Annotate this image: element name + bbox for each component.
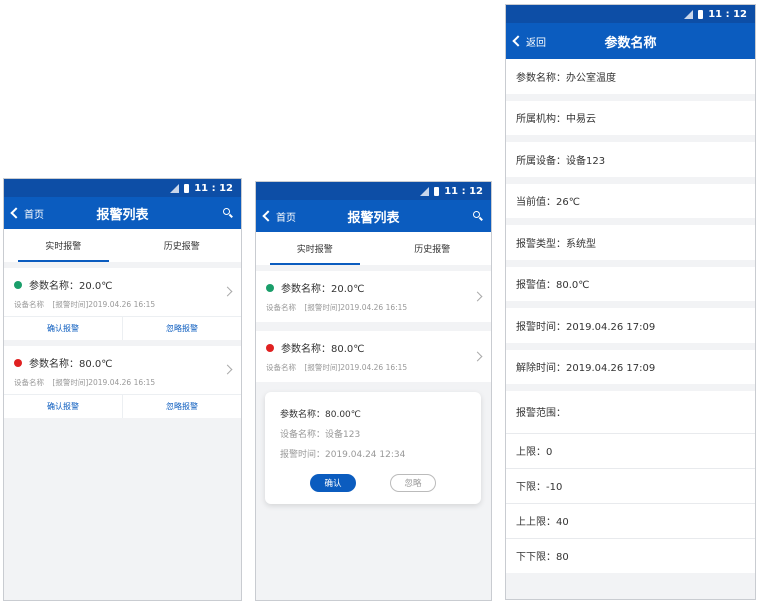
limit-row-lower: 下限：-10 bbox=[506, 467, 755, 503]
alarm-list-screen: 11 : 12 首页 报警列表 实时报警 历史报警 参数名称：20.0℃ 设备名… bbox=[3, 178, 242, 601]
alarm-item[interactable]: 参数名称：20.0℃ 设备名称 [报警时间]2019.04.26 16:15 bbox=[256, 271, 491, 322]
detail-row-current-value: 当前值：26℃ bbox=[506, 183, 755, 225]
back-button[interactable]: 首页 bbox=[10, 197, 44, 229]
confirm-alarm-button[interactable]: 确认报警 bbox=[4, 317, 122, 340]
alarm-card: 参数名称：20.0℃ 设备名称 [报警时间]2019.04.26 16:15 确… bbox=[4, 268, 241, 340]
detail-row-organization: 所属机构：中易云 bbox=[506, 100, 755, 142]
back-button[interactable]: 首页 bbox=[262, 200, 296, 232]
alarm-item[interactable]: 参数名称：20.0℃ 设备名称 [报警时间]2019.04.26 16:15 bbox=[4, 268, 241, 316]
status-dot-icon bbox=[14, 280, 22, 289]
dialog-time: 报警时间：2019.04.24 12:34 bbox=[280, 450, 406, 460]
alarm-time: [报警时间]2019.04.26 16:15 bbox=[304, 303, 408, 312]
alarm-param: 参数名称：20.0℃ bbox=[29, 281, 113, 292]
bottom-filler bbox=[506, 572, 755, 599]
ignore-button[interactable]: 忽略 bbox=[390, 474, 436, 492]
tab-history-alarms[interactable]: 历史报警 bbox=[123, 229, 242, 262]
alarm-device: 设备名称 bbox=[14, 378, 44, 387]
status-bar: 11 : 12 bbox=[256, 182, 491, 200]
alarm-param: 参数名称：80.0℃ bbox=[29, 359, 113, 370]
status-time: 11 : 12 bbox=[708, 8, 747, 20]
alarm-time: [报警时间]2019.04.26 16:15 bbox=[52, 378, 156, 387]
chevron-left-icon bbox=[262, 210, 274, 222]
alarm-card: 参数名称：20.0℃ 设备名称 [报警时间]2019.04.26 16:15 bbox=[256, 271, 491, 322]
dialog-param: 参数名称：80.00℃ bbox=[280, 410, 361, 420]
status-bar: 11 : 12 bbox=[506, 5, 755, 23]
search-icon[interactable] bbox=[223, 208, 233, 218]
tab-bar: 实时报警 历史报警 bbox=[4, 229, 241, 262]
status-dot-icon bbox=[14, 358, 22, 367]
chevron-left-icon bbox=[512, 35, 524, 47]
alarm-device: 设备名称 bbox=[14, 300, 44, 309]
page-title: 报警列表 bbox=[96, 207, 149, 223]
alarm-item[interactable]: 参数名称：80.0℃ 设备名称 [报警时间]2019.04.26 16:15 bbox=[256, 331, 491, 382]
battery-icon bbox=[698, 9, 704, 19]
ignore-alarm-button[interactable]: 忽略报警 bbox=[122, 395, 241, 418]
confirm-alarm-button[interactable]: 确认报警 bbox=[4, 395, 122, 418]
signal-icon bbox=[170, 183, 180, 193]
status-dot-icon bbox=[266, 283, 274, 292]
alarm-time: [报警时间]2019.04.26 16:15 bbox=[304, 363, 408, 372]
alarm-device: 设备名称 bbox=[266, 363, 296, 372]
chevron-left-icon bbox=[10, 207, 22, 219]
tab-bar: 实时报警 历史报警 bbox=[256, 232, 491, 265]
battery-icon bbox=[184, 183, 190, 193]
tab-history-alarms[interactable]: 历史报警 bbox=[374, 232, 492, 265]
back-label: 返回 bbox=[526, 37, 546, 49]
back-label: 首页 bbox=[24, 209, 44, 221]
alarm-item[interactable]: 参数名称：80.0℃ 设备名称 [报警时间]2019.04.26 16:15 bbox=[4, 346, 241, 394]
nav-bar: 返回 参数名称 bbox=[506, 23, 755, 59]
alarm-range-title: 报警范围： bbox=[506, 391, 755, 433]
signal-icon bbox=[684, 9, 694, 19]
alarm-dialog-screen: 11 : 12 首页 报警列表 实时报警 历史报警 参数名称：20.0℃ 设备名… bbox=[255, 181, 492, 601]
limit-row-lower-lower: 下下限：80 bbox=[506, 537, 755, 573]
tab-realtime-alarms[interactable]: 实时报警 bbox=[4, 229, 123, 262]
detail-row-device: 所属设备：设备123 bbox=[506, 142, 755, 184]
signal-icon bbox=[420, 186, 430, 196]
confirm-button[interactable]: 确认 bbox=[310, 474, 356, 492]
dialog-device: 设备名称：设备123 bbox=[280, 430, 361, 440]
status-dot-icon bbox=[266, 343, 274, 352]
nav-bar: 首页 报警列表 bbox=[4, 197, 241, 229]
back-label: 首页 bbox=[276, 212, 296, 224]
page-title: 参数名称 bbox=[604, 35, 657, 51]
search-icon[interactable] bbox=[473, 211, 483, 221]
status-time: 11 : 12 bbox=[194, 182, 233, 194]
alarm-param: 参数名称：20.0℃ bbox=[281, 284, 365, 295]
alarm-card: 参数名称：80.0℃ 设备名称 [报警时间]2019.04.26 16:15 确… bbox=[4, 346, 241, 418]
alarm-card: 参数名称：80.0℃ 设备名称 [报警时间]2019.04.26 16:15 bbox=[256, 331, 491, 382]
tab-realtime-alarms[interactable]: 实时报警 bbox=[256, 232, 374, 265]
nav-bar: 首页 报警列表 bbox=[256, 200, 491, 232]
page-title: 报警列表 bbox=[347, 210, 400, 226]
alarm-dialog: 参数名称：80.00℃ 设备名称：设备123 报警时间：2019.04.24 1… bbox=[265, 392, 481, 504]
status-bar: 11 : 12 bbox=[4, 179, 241, 197]
detail-row-alarm-time: 报警时间：2019.04.26 17:09 bbox=[506, 308, 755, 350]
detail-row-clear-time: 解除时间：2019.04.26 17:09 bbox=[506, 349, 755, 391]
limit-row-upper-upper: 上上限：40 bbox=[506, 502, 755, 538]
ignore-alarm-button[interactable]: 忽略报警 bbox=[122, 317, 241, 340]
alarm-device: 设备名称 bbox=[266, 303, 296, 312]
detail-row-alarm-type: 报警类型：系统型 bbox=[506, 225, 755, 267]
detail-row-alarm-value: 报警值：80.0℃ bbox=[506, 266, 755, 308]
alarm-param: 参数名称：80.0℃ bbox=[281, 344, 365, 355]
limit-row-upper: 上限：0 bbox=[506, 432, 755, 468]
detail-row-param-name: 参数名称：办公室温度 bbox=[506, 59, 755, 101]
alarm-time: [报警时间]2019.04.26 16:15 bbox=[52, 300, 156, 309]
parameter-detail-screen: 11 : 12 返回 参数名称 参数名称：办公室温度 所属机构：中易云 所属设备… bbox=[505, 4, 756, 600]
back-button[interactable]: 返回 bbox=[512, 23, 546, 59]
status-time: 11 : 12 bbox=[444, 185, 483, 197]
battery-icon bbox=[434, 186, 440, 196]
